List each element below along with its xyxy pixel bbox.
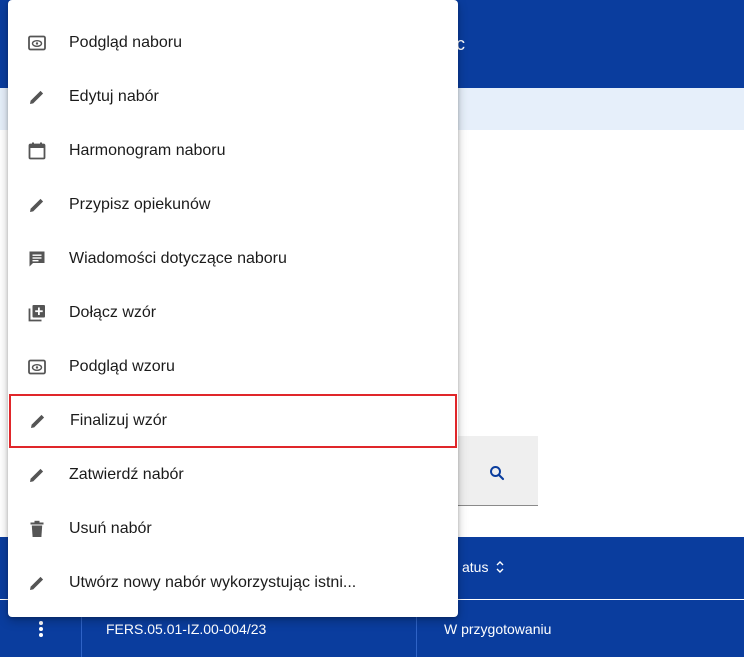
menu-item-label: Przypisz opiekunów [69,196,211,213]
pencil-icon [27,410,49,432]
pencil-icon [26,194,48,216]
row-status: W przygotowaniu [444,621,552,637]
menu-item-label: Dołącz wzór [69,304,157,321]
pencil-icon [26,464,48,486]
menu-item-2[interactable]: Edytuj nabór [8,70,458,124]
message-icon [26,248,48,270]
menu-item-label: Edytuj nabór [69,88,159,105]
pencil-icon [26,572,48,594]
menu-item-label: Wiadomości dotyczące naboru [69,250,287,267]
actions-menu: Podgląd naboru Edytuj nabór Harmonogram na… [8,0,458,617]
add-library-icon [26,302,48,324]
menu-item-label: Podgląd naboru [69,34,182,51]
menu-item-label: Zatwierdź nabór [69,466,184,483]
column-header-status-label: atus [462,559,489,575]
search-icon[interactable] [488,464,506,482]
menu-item-3[interactable]: Harmonogram naboru [8,124,458,178]
menu-item-label: Finalizuj wzór [70,412,167,429]
menu-item-8[interactable]: Finalizuj wzór [9,394,457,448]
menu-item-label: Utwórz nowy nabór wykorzystując istni... [69,574,357,591]
menu-item-9[interactable]: Zatwierdź nabór [8,448,458,502]
trash-icon [26,518,48,540]
column-header-status[interactable]: atus [462,559,506,575]
sort-icon[interactable] [494,560,506,574]
menu-item-1[interactable]: Podgląd naboru [8,16,458,70]
menu-item-10[interactable]: Usuń nabór [8,502,458,556]
kebab-menu-icon [38,620,44,638]
search-field[interactable] [456,436,538,506]
menu-item-5[interactable]: Wiadomości dotyczące naboru [8,232,458,286]
preview-icon [26,32,48,54]
pencil-icon [26,86,48,108]
menu-item-label: Podgląd wzoru [69,358,175,375]
menu-item-4[interactable]: Przypisz opiekunów [8,178,458,232]
menu-item-7[interactable]: Podgląd wzoru [8,340,458,394]
row-code: FERS.05.01-IZ.00-004/23 [106,621,267,637]
menu-item-label: Usuń nabór [69,520,152,537]
menu-item-label: Harmonogram naboru [69,142,226,159]
preview-icon [26,356,48,378]
menu-item-11[interactable]: Utwórz nowy nabór wykorzystując istni... [8,556,458,610]
calendar-icon [26,140,48,162]
menu-item-6[interactable]: Dołącz wzór [8,286,458,340]
